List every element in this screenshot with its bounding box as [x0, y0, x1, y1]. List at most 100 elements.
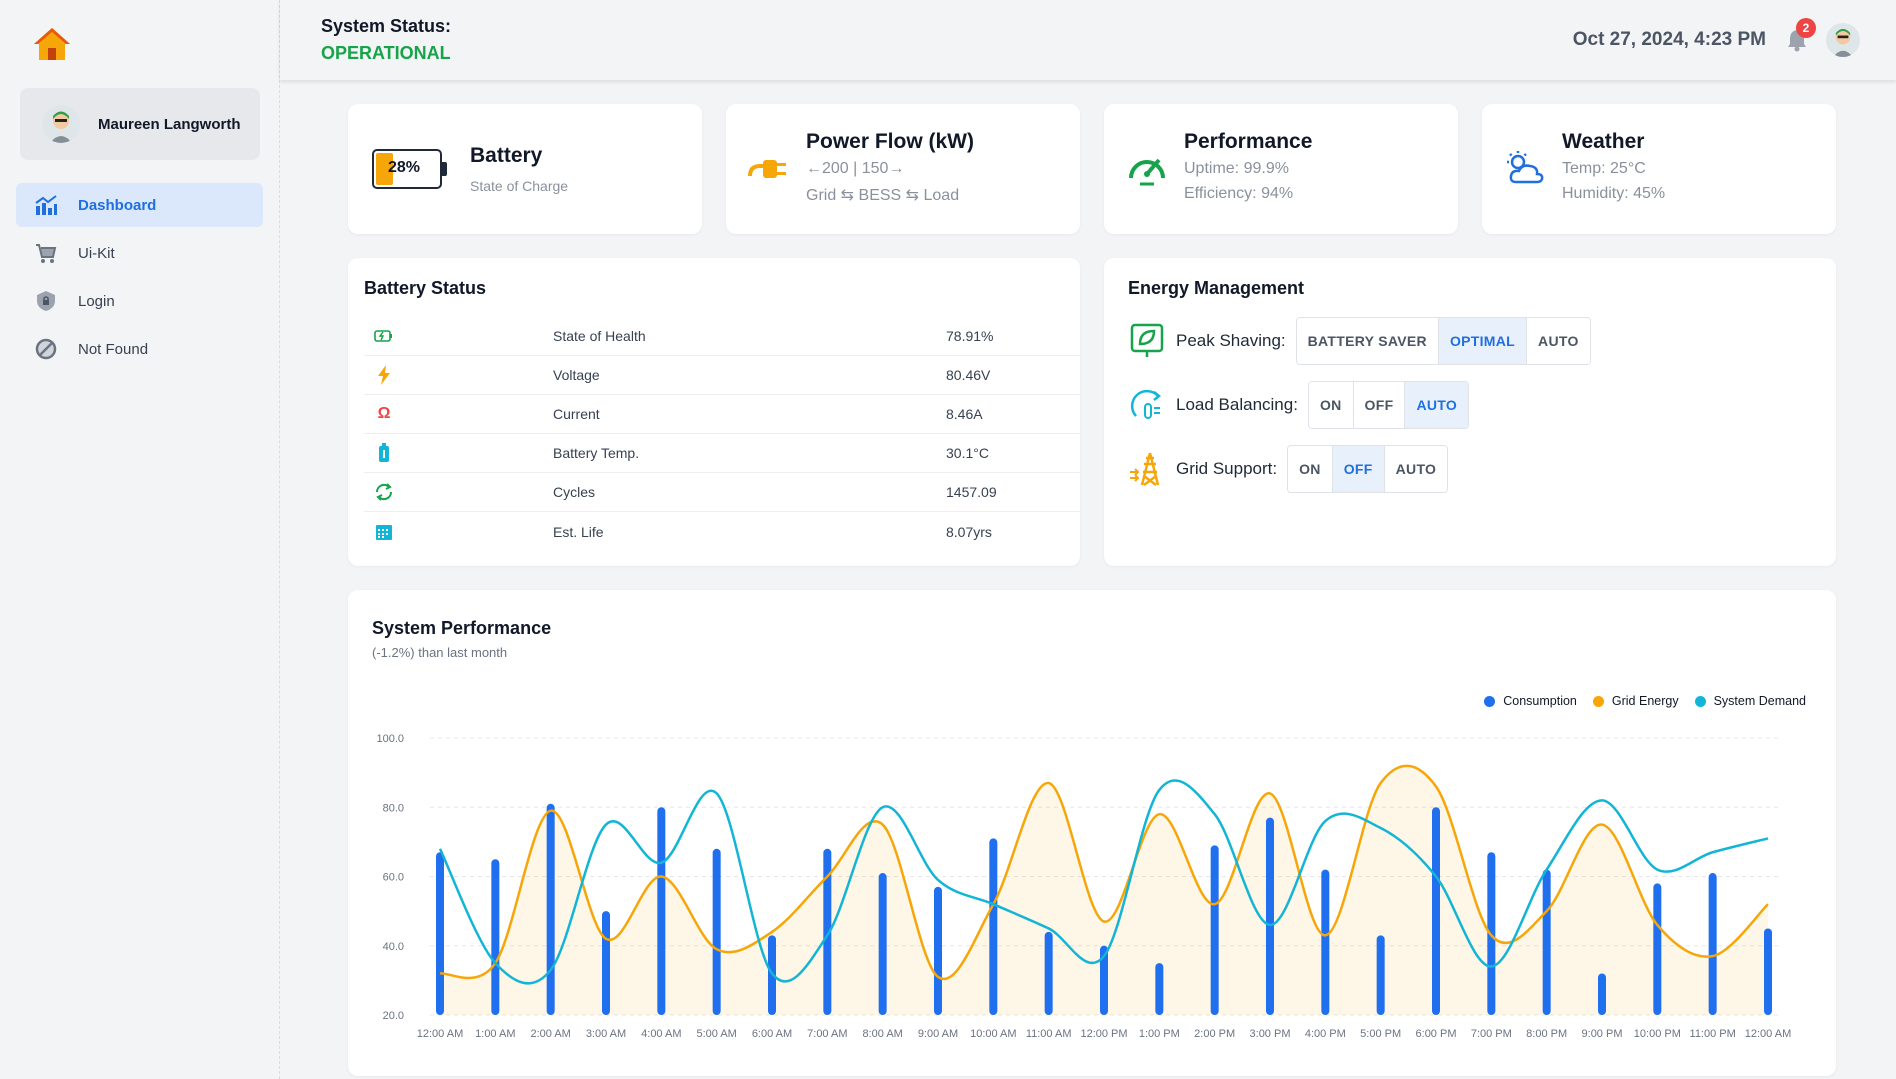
y-tick-label: 40.0 — [383, 941, 404, 953]
battery-saver-button[interactable]: BATTERY SAVER — [1296, 318, 1439, 364]
row-label: Voltage — [553, 367, 600, 383]
row-label: Cycles — [553, 484, 596, 500]
sidebar: Maureen Langworth Dashboard Ui-Kit Login… — [0, 0, 280, 1079]
weather-card: Weather Temp: 25°C Humidity: 45% — [1482, 104, 1836, 234]
row-label: State of Health — [553, 328, 646, 344]
row-label: Battery Temp. — [553, 445, 640, 461]
cycle-icon — [364, 482, 404, 502]
row-label: Est. Life — [553, 523, 604, 540]
auto-button[interactable]: AUTO — [1405, 382, 1469, 428]
load-balancing-icon — [1128, 386, 1166, 424]
consumption-bar — [657, 807, 666, 1015]
notification-badge: 2 — [1796, 18, 1816, 38]
bolt-icon — [364, 365, 404, 385]
x-tick-label: 10:00 AM — [970, 1028, 1016, 1040]
x-tick-label: 11:00 PM — [1690, 1028, 1736, 1040]
cart-icon — [34, 241, 58, 265]
battery-charging-icon — [364, 329, 404, 343]
sun-cloud-icon — [1504, 150, 1546, 191]
home-logo-icon[interactable] — [32, 24, 72, 64]
table-row: Est. Life 8.07yrs — [364, 512, 1080, 551]
battery-title: Battery — [470, 144, 543, 167]
x-tick-label: 11:00 AM — [1026, 1028, 1072, 1040]
shield-lock-icon — [34, 289, 58, 313]
consumption-bar — [1321, 869, 1330, 1015]
peak-shaving-control: Peak Shaving: BATTERY SAVER OPTIMAL AUTO — [1128, 317, 1591, 365]
grid-support-control: Grid Support: ON OFF AUTO — [1128, 445, 1449, 493]
x-tick-label: 12:00 AM — [417, 1028, 463, 1040]
row-label: Current — [553, 406, 600, 422]
x-tick-label: 1:00 AM — [475, 1028, 515, 1040]
power-flow-values: ←200 | 150→ — [806, 160, 905, 177]
x-tick-label: 12:00 AM — [1745, 1028, 1791, 1040]
grid-support-options: ON OFF AUTO — [1287, 445, 1449, 493]
table-row: Voltage 80.46V — [364, 356, 1080, 395]
consumption-bar — [712, 848, 721, 1015]
header-avatar[interactable] — [1826, 23, 1860, 57]
grid-tower-icon — [1128, 450, 1166, 488]
consumption-bar — [934, 886, 942, 1015]
user-name: Maureen Langworth — [98, 115, 241, 133]
optimal-button[interactable]: OPTIMAL — [1438, 318, 1528, 364]
x-tick-label: 3:00 PM — [1250, 1028, 1291, 1040]
weather-title: Weather — [1562, 130, 1645, 153]
current-datetime: Oct 27, 2024, 4:23 PM — [1572, 29, 1766, 50]
auto-button[interactable]: AUTO — [1527, 318, 1590, 364]
energy-management-title: Energy Management — [1128, 278, 1305, 298]
user-card[interactable]: Maureen Langworth — [20, 88, 260, 160]
peak-shaving-options: BATTERY SAVER OPTIMAL AUTO — [1295, 317, 1591, 365]
off-button[interactable]: OFF — [1353, 382, 1406, 428]
row-value: 78.91% — [946, 328, 994, 344]
consumption-bar — [1598, 973, 1606, 1015]
battery-card: 28% Battery State of Charge — [348, 104, 702, 234]
x-tick-label: 4:00 AM — [641, 1028, 681, 1040]
on-button[interactable]: ON — [1288, 446, 1333, 492]
x-tick-label: 12:00 PM — [1080, 1028, 1127, 1040]
x-tick-label: 6:00 AM — [752, 1028, 792, 1040]
power-flow-path: Grid ⇆ BESS ⇆ Load — [806, 187, 960, 204]
consumption-bar — [989, 838, 998, 1015]
top-header: System Status: OPERATIONAL Oct 27, 2024,… — [280, 0, 1896, 80]
auto-button[interactable]: AUTO — [1384, 446, 1448, 492]
battery-level-icon: 28% — [372, 149, 447, 189]
consumption-bar — [602, 911, 610, 1015]
y-tick-label: 20.0 — [383, 1010, 404, 1022]
x-tick-label: 5:00 PM — [1360, 1028, 1401, 1040]
thermometer-battery-icon — [364, 443, 404, 463]
sidebar-item-login[interactable]: Login — [16, 279, 263, 323]
sidebar-item-label: Dashboard — [78, 196, 157, 214]
table-row: Cycles 1457.09 — [364, 473, 1080, 512]
gauge-icon — [1126, 148, 1168, 193]
battery-percent: 28% — [388, 159, 421, 176]
y-tick-label: 80.0 — [383, 802, 404, 814]
uptime-value: Uptime: 99.9% — [1184, 160, 1289, 177]
load-balancing-control: Load Balancing: ON OFF AUTO — [1128, 381, 1470, 429]
row-value: 8.46A — [946, 406, 983, 422]
sidebar-item-label: Not Found — [78, 340, 149, 358]
performance-title: Performance — [1184, 130, 1313, 153]
consumption-bar — [1210, 845, 1219, 1015]
sidebar-item-ui-kit[interactable]: Ui-Kit — [16, 231, 263, 275]
sidebar-item-not-found[interactable]: Not Found — [16, 327, 263, 371]
on-button[interactable]: ON — [1308, 382, 1354, 428]
x-tick-label: 6:00 PM — [1416, 1028, 1457, 1040]
x-tick-label: 3:00 AM — [586, 1028, 626, 1040]
chart-icon — [34, 193, 58, 217]
y-tick-label: 60.0 — [383, 872, 404, 884]
off-button[interactable]: OFF — [1332, 446, 1385, 492]
load-balancing-options: ON OFF AUTO — [1307, 381, 1470, 429]
system-status-label: System Status: — [321, 16, 452, 36]
consumption-bar — [878, 873, 887, 1015]
power-flow-title: Power Flow (kW) — [806, 130, 974, 153]
calendar-icon — [364, 523, 404, 541]
x-tick-label: 9:00 PM — [1582, 1028, 1623, 1040]
load-balancing-label: Load Balancing: — [1176, 395, 1298, 414]
consumption-bar — [1376, 935, 1385, 1015]
x-tick-label: 5:00 AM — [696, 1028, 736, 1040]
consumption-bar — [546, 803, 555, 1015]
sidebar-item-dashboard[interactable]: Dashboard — [16, 183, 263, 227]
x-tick-label: 2:00 AM — [530, 1028, 570, 1040]
battery-subtitle: State of Charge — [470, 178, 569, 194]
sidebar-item-label: Ui-Kit — [78, 244, 115, 262]
x-tick-label: 9:00 AM — [918, 1028, 958, 1040]
